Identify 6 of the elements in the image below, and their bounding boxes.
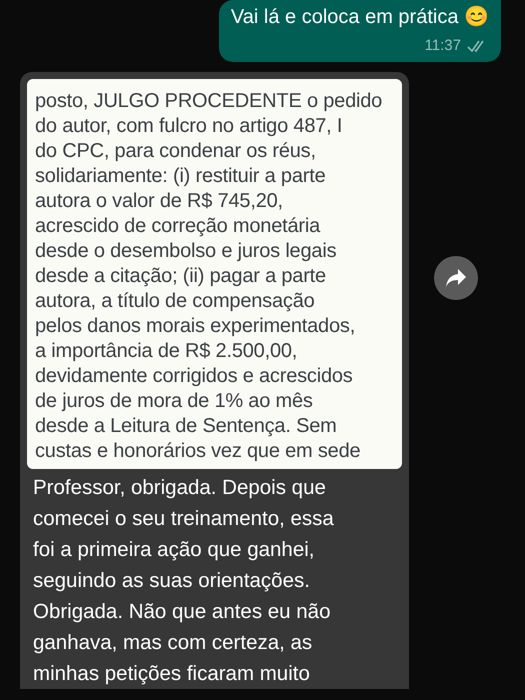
message-text: Vai lá e coloca em prática 😊 bbox=[230, 4, 489, 30]
message-text: Professor, obrigada. Depois que comecei o seu treinamento, essa foi a primeira ação que ganhei, seguindo as suas orientações. Obrigada. Não que antes eu não ganhava, mas com certeza, as minhas petições ficaram muito bbox=[32, 474, 335, 686]
message-time: 11:37 bbox=[424, 36, 461, 56]
forward-button[interactable] bbox=[434, 256, 478, 300]
share-arrow-icon bbox=[445, 268, 467, 288]
document-text: posto, JULGO PROCEDENTE o pedido do autor, com fulcro no artigo 487, I do CPC, para condenar os réus, solidariamente: (i) restituir a parte autora o valor de R$ 745,20, acrescido de correção monetária desde o desembolso e juros legais desde a citação; (ii) pagar a parte autora, a título de compensação pelos danos morais experimentados, a importância de R$ 2.500,00, devidamente corrigidos e acrescidos de juros de mora de 1% ao mês desde a Leitura de Sentença. Sem custas e honorários vez que em sede bbox=[35, 88, 384, 464]
